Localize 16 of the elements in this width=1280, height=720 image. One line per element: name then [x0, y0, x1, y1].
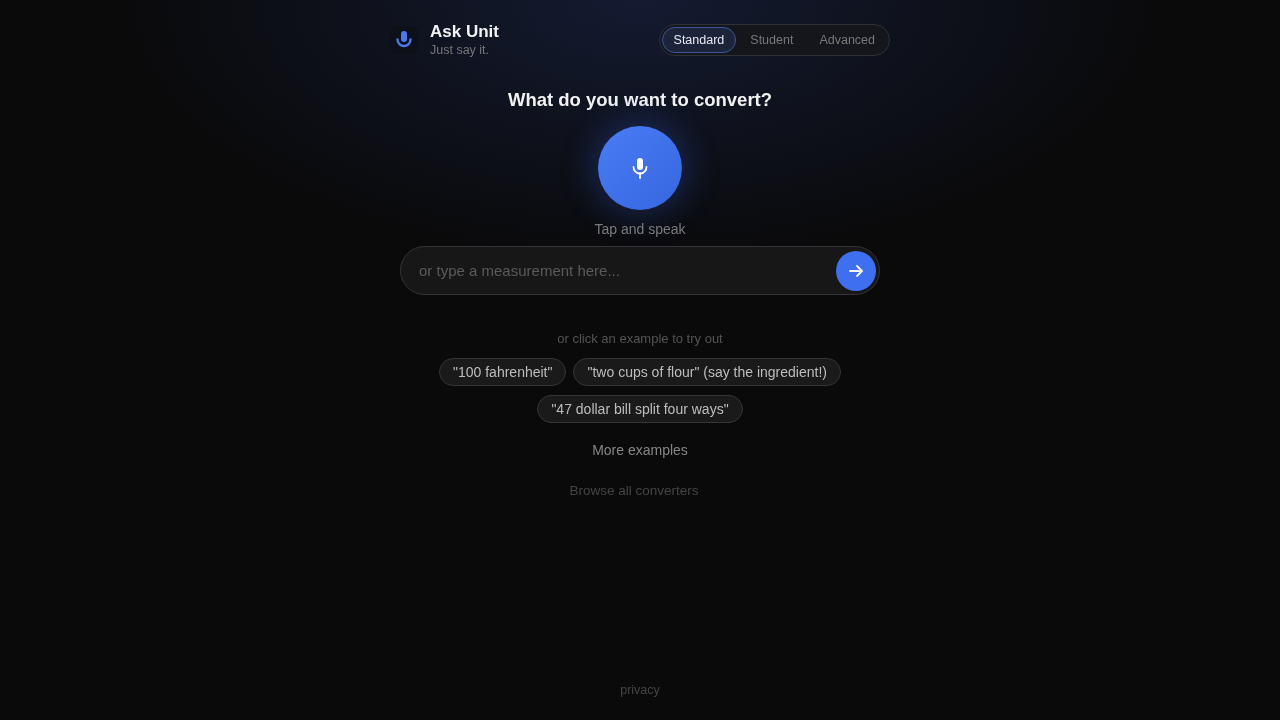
example-chip[interactable]: "100 fahrenheit"	[439, 358, 567, 386]
mic-caption: Tap and speak	[594, 220, 686, 238]
app-tagline: Just say it.	[430, 42, 491, 58]
microphone-icon	[631, 157, 649, 179]
prompt-heading: What do you want to convert?	[507, 89, 773, 111]
arrow-right-icon	[848, 262, 864, 279]
mode-tab[interactable]: Standard	[661, 27, 737, 53]
more-examples-link[interactable]: More examples	[592, 441, 688, 459]
microphone-logo-icon	[390, 26, 418, 54]
examples-hint: or click an example to try out	[557, 331, 723, 347]
app-title: Ask Unit	[430, 22, 499, 42]
mode-tab[interactable]: Advanced	[807, 27, 887, 53]
mode-tab[interactable]: Student	[738, 27, 806, 53]
example-chip[interactable]: "47 dollar bill split four ways"	[537, 395, 743, 423]
measurement-input[interactable]: or type a measurement here...	[400, 246, 880, 295]
example-chip[interactable]: "two cups of flour" (say the ingredient!)	[573, 358, 841, 386]
